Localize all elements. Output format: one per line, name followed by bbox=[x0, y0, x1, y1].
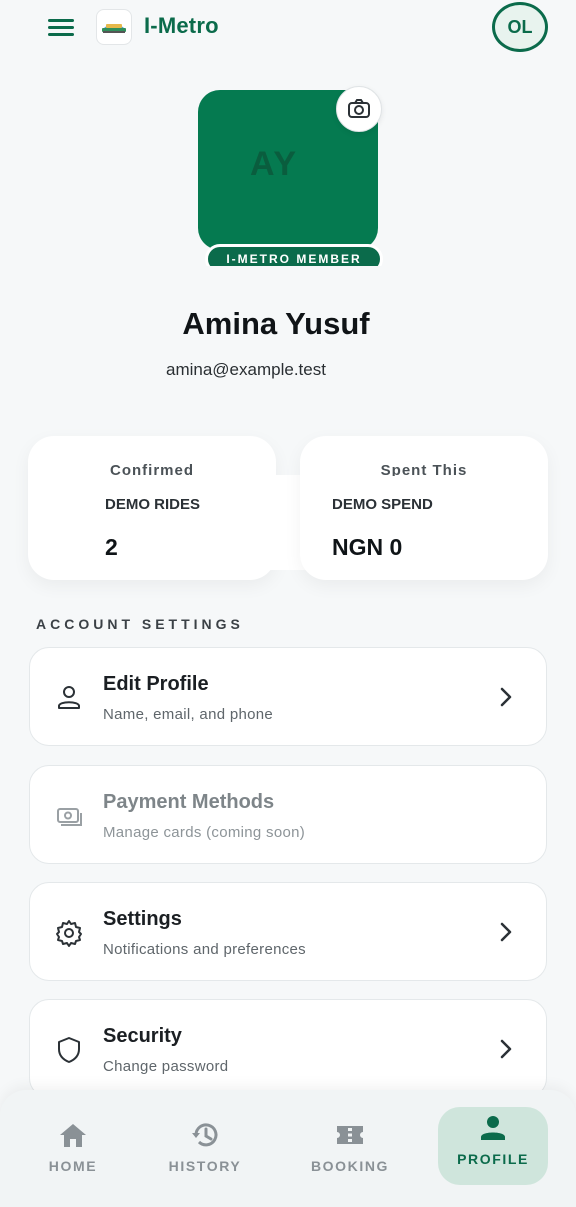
nav-label: BOOKING bbox=[310, 1158, 390, 1174]
home-icon bbox=[60, 1124, 86, 1147]
nav-label: HISTORY bbox=[168, 1158, 242, 1174]
bottom-navigation: HOME HISTORY BOOKING PROFILE bbox=[0, 1090, 576, 1207]
nav-home[interactable]: HOME bbox=[18, 1114, 128, 1194]
row-subtitle: Change password bbox=[103, 1058, 229, 1075]
user-avatar-button[interactable]: OL bbox=[492, 2, 548, 52]
row-title: Edit Profile bbox=[103, 673, 209, 695]
gear-icon bbox=[56, 920, 82, 947]
chevron-right-icon bbox=[500, 687, 512, 707]
stat-card-rides: Confirmed DEMO RIDES 2 bbox=[28, 436, 276, 580]
profile-initials: AY bbox=[249, 144, 299, 183]
nav-label: HOME bbox=[48, 1158, 98, 1174]
stat-value: 2 bbox=[105, 534, 118, 560]
stat-label: DEMO RIDES bbox=[105, 496, 201, 513]
stat-faded-label: Confirmed bbox=[110, 462, 194, 476]
app-title: I-Metro bbox=[144, 13, 219, 38]
section-title-account-settings: ACCOUNT SETTINGS bbox=[36, 616, 244, 632]
shield-icon bbox=[58, 1037, 80, 1063]
stat-value: NGN 0 bbox=[332, 534, 403, 560]
camera-icon[interactable] bbox=[336, 86, 382, 132]
person-icon bbox=[58, 686, 80, 709]
nav-history[interactable]: HISTORY bbox=[150, 1114, 260, 1194]
row-title: Settings bbox=[103, 908, 182, 930]
hamburger-menu-icon[interactable] bbox=[46, 16, 76, 40]
payment-methods-row: Payment Methods Manage cards (coming soo… bbox=[29, 765, 547, 864]
row-title: Payment Methods bbox=[103, 791, 275, 813]
person-icon bbox=[481, 1116, 505, 1140]
payment-card-icon bbox=[57, 808, 82, 826]
settings-row[interactable]: Settings Notifications and preferences bbox=[29, 882, 547, 981]
row-subtitle: Notifications and preferences bbox=[103, 941, 306, 958]
top-app-bar: I-Metro OL bbox=[0, 0, 576, 56]
history-icon bbox=[192, 1123, 218, 1147]
chevron-right-icon bbox=[500, 922, 512, 942]
stat-card-spend: Spent This DEMO SPEND NGN 0 bbox=[300, 436, 548, 580]
ticket-icon bbox=[337, 1126, 363, 1144]
nav-booking[interactable]: BOOKING bbox=[295, 1114, 405, 1194]
row-title: Security bbox=[103, 1025, 182, 1047]
security-row[interactable]: Security Change password bbox=[29, 999, 547, 1098]
app-logo bbox=[96, 9, 132, 45]
chevron-right-icon bbox=[500, 1039, 512, 1059]
stat-label: DEMO SPEND bbox=[332, 496, 433, 513]
nav-profile[interactable]: PROFILE bbox=[438, 1107, 548, 1185]
badge-mask bbox=[190, 266, 390, 280]
profile-email: amina@example.test bbox=[166, 360, 326, 379]
row-subtitle: Name, email, and phone bbox=[103, 706, 274, 723]
nav-label: PROFILE bbox=[457, 1151, 529, 1167]
stat-faded-label: Spent This bbox=[380, 462, 468, 476]
edit-profile-row[interactable]: Edit Profile Name, email, and phone bbox=[29, 647, 547, 746]
profile-name: Amina Yusuf bbox=[182, 306, 370, 341]
row-subtitle: Manage cards (coming soon) bbox=[103, 824, 306, 841]
